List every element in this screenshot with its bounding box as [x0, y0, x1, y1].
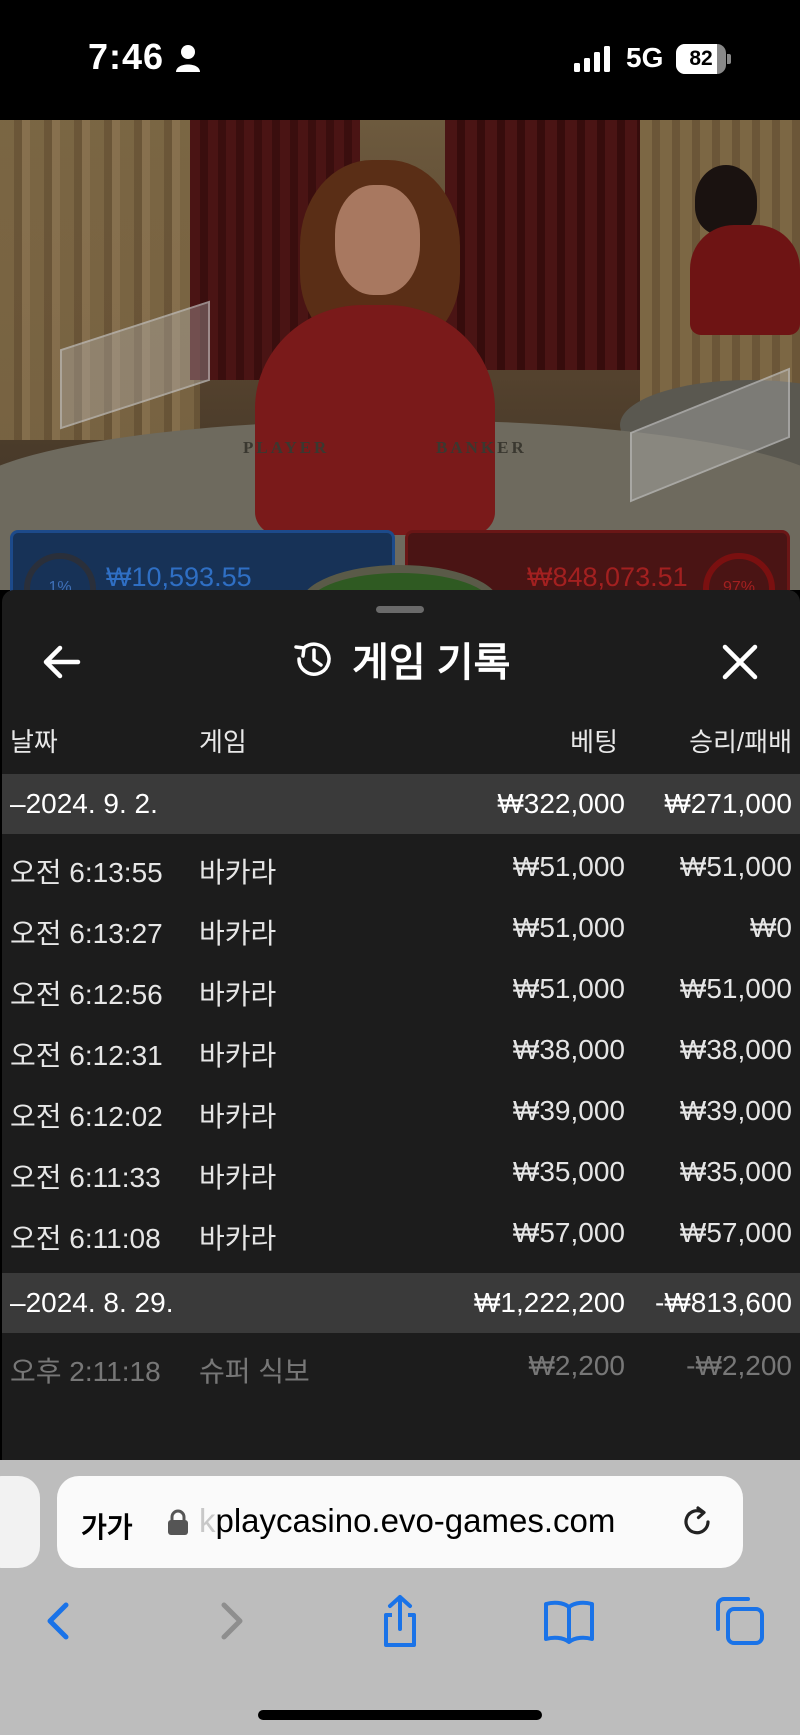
table-header: 날짜 게임 베팅 승리/패배 [2, 712, 800, 762]
date-group-row[interactable]: –2024. 9. 2. ₩322,000 ₩271,000 [2, 774, 800, 834]
row-result: ₩51,000 [679, 851, 792, 882]
person-icon [176, 45, 200, 72]
scroll-fade [2, 1400, 800, 1460]
row-game: 바카라 [199, 1223, 277, 1254]
row-result: ₩39,000 [679, 1095, 792, 1126]
row-bet: ₩38,000 [512, 1034, 625, 1065]
row-time: 오전 6:12:56 [10, 979, 163, 1010]
status-bar: 7:46 5G 82 [0, 0, 800, 120]
cellular-signal-icon [574, 46, 610, 72]
player-pot: ₩10,593.55 [106, 562, 252, 592]
lock-icon [168, 1509, 188, 1535]
row-game: 바카라 [199, 1101, 277, 1132]
column-header-game: 게임 [199, 727, 247, 757]
row-game: 바카라 [199, 979, 277, 1010]
table-row[interactable]: 오전 6:12:31 바카라 ₩38,000 ₩38,000 [2, 1017, 800, 1078]
home-indicator[interactable] [258, 1710, 542, 1720]
row-game: 바카라 [199, 918, 277, 949]
row-time: 오전 6:11:33 [10, 1162, 161, 1193]
row-result: ₩57,000 [679, 1217, 792, 1248]
share-icon[interactable] [372, 1593, 428, 1649]
group-result-total: ₩271,000 [664, 788, 792, 819]
row-bet: ₩35,000 [512, 1156, 625, 1187]
table-row[interactable]: 오전 6:13:27 바카라 ₩51,000 ₩0 [2, 895, 800, 956]
forward-icon[interactable] [204, 1593, 260, 1649]
row-result: ₩51,000 [679, 973, 792, 1004]
date-group-row[interactable]: –2024. 8. 29. ₩1,222,200 -₩813,600 [2, 1273, 800, 1333]
table-label-banker: BANKER [436, 438, 527, 457]
row-game: 바카라 [199, 1162, 277, 1193]
row-bet: ₩51,000 [512, 851, 625, 882]
dealer [255, 305, 495, 535]
page-settings-button[interactable]: 가가 [81, 1506, 133, 1546]
row-result: ₩0 [750, 912, 792, 943]
url-text: playcasino.evo-games.com [215, 1502, 616, 1539]
row-bet: ₩2,200 [528, 1350, 626, 1381]
row-game: 슈퍼 식보 [199, 1356, 310, 1387]
group-date: –2024. 9. 2. [10, 788, 158, 819]
browser-toolbar: 가가 kplaycasino.evo-games.com [0, 1460, 800, 1735]
battery-icon: 82 [676, 44, 731, 74]
table-row[interactable]: 오전 6:12:56 바카라 ₩51,000 ₩51,000 [2, 956, 800, 1017]
game-history-sheet: 게임 기록 날짜 게임 베팅 승리/패배 –2024. 9. 2. ₩322,0… [2, 590, 800, 1460]
table-row[interactable]: 오전 6:12:02 바카라 ₩39,000 ₩39,000 [2, 1078, 800, 1139]
url-field[interactable]: kplaycasino.evo-games.com [199, 1502, 615, 1540]
sheet-grabber[interactable] [376, 606, 424, 613]
history-icon [293, 642, 331, 676]
bookmarks-icon[interactable] [541, 1593, 597, 1649]
row-game: 바카라 [199, 857, 277, 888]
row-result: ₩38,000 [679, 1034, 792, 1065]
column-header-date: 날짜 [10, 727, 58, 757]
previous-tab-preview[interactable] [0, 1476, 40, 1568]
page-title: 게임 기록 [352, 641, 511, 685]
back-icon[interactable] [30, 1593, 86, 1649]
row-time: 오후 2:11:18 [10, 1356, 161, 1387]
group-date: –2024. 8. 29. [10, 1287, 174, 1318]
row-result: -₩2,200 [686, 1350, 792, 1381]
battery-level: 82 [689, 47, 713, 70]
table-row[interactable]: 오전 6:11:08 바카라 ₩57,000 ₩57,000 [2, 1200, 800, 1261]
group-bet-total: ₩1,222,200 [474, 1287, 625, 1318]
live-video-stream: PLAYER BANKER [0, 120, 800, 590]
table-row[interactable]: 오전 6:11:33 바카라 ₩35,000 ₩35,000 [2, 1139, 800, 1200]
row-bet: ₩51,000 [512, 912, 625, 943]
row-bet: ₩57,000 [512, 1217, 625, 1248]
table-row[interactable]: 오전 6:13:55 바카라 ₩51,000 ₩51,000 [2, 834, 800, 895]
network-type: 5G [626, 42, 664, 73]
address-bar[interactable]: 가가 kplaycasino.evo-games.com [57, 1476, 743, 1568]
row-time: 오전 6:12:31 [10, 1040, 163, 1071]
row-game: 바카라 [199, 1040, 277, 1071]
table-label-player: PLAYER [243, 438, 330, 457]
tabs-icon[interactable] [712, 1593, 768, 1649]
table-row[interactable]: 오후 2:11:18 슈퍼 식보 ₩2,200 -₩2,200 [2, 1333, 800, 1394]
row-time: 오전 6:13:27 [10, 918, 163, 949]
row-time: 오전 6:11:08 [10, 1223, 161, 1254]
column-header-result: 승리/패배 [689, 727, 792, 757]
dealer [335, 185, 420, 295]
group-result-total: -₩813,600 [655, 1287, 792, 1318]
second-dealer [690, 225, 800, 335]
backdrop-curtain [445, 120, 645, 370]
row-bet: ₩39,000 [512, 1095, 625, 1126]
row-bet: ₩51,000 [512, 973, 625, 1004]
url-cut-text: k [199, 1502, 216, 1539]
row-time: 오전 6:12:02 [10, 1101, 163, 1132]
banker-pot: ₩848,073.51 [527, 562, 688, 592]
close-icon[interactable] [710, 632, 770, 692]
group-bet-total: ₩322,000 [497, 788, 625, 819]
column-header-bet: 베팅 [570, 727, 618, 757]
sheet-header: 게임 기록 [2, 630, 800, 694]
status-time: 7:46 [88, 36, 165, 77]
row-time: 오전 6:13:55 [10, 857, 163, 888]
reload-icon[interactable] [679, 1504, 715, 1540]
row-result: ₩35,000 [679, 1156, 792, 1187]
